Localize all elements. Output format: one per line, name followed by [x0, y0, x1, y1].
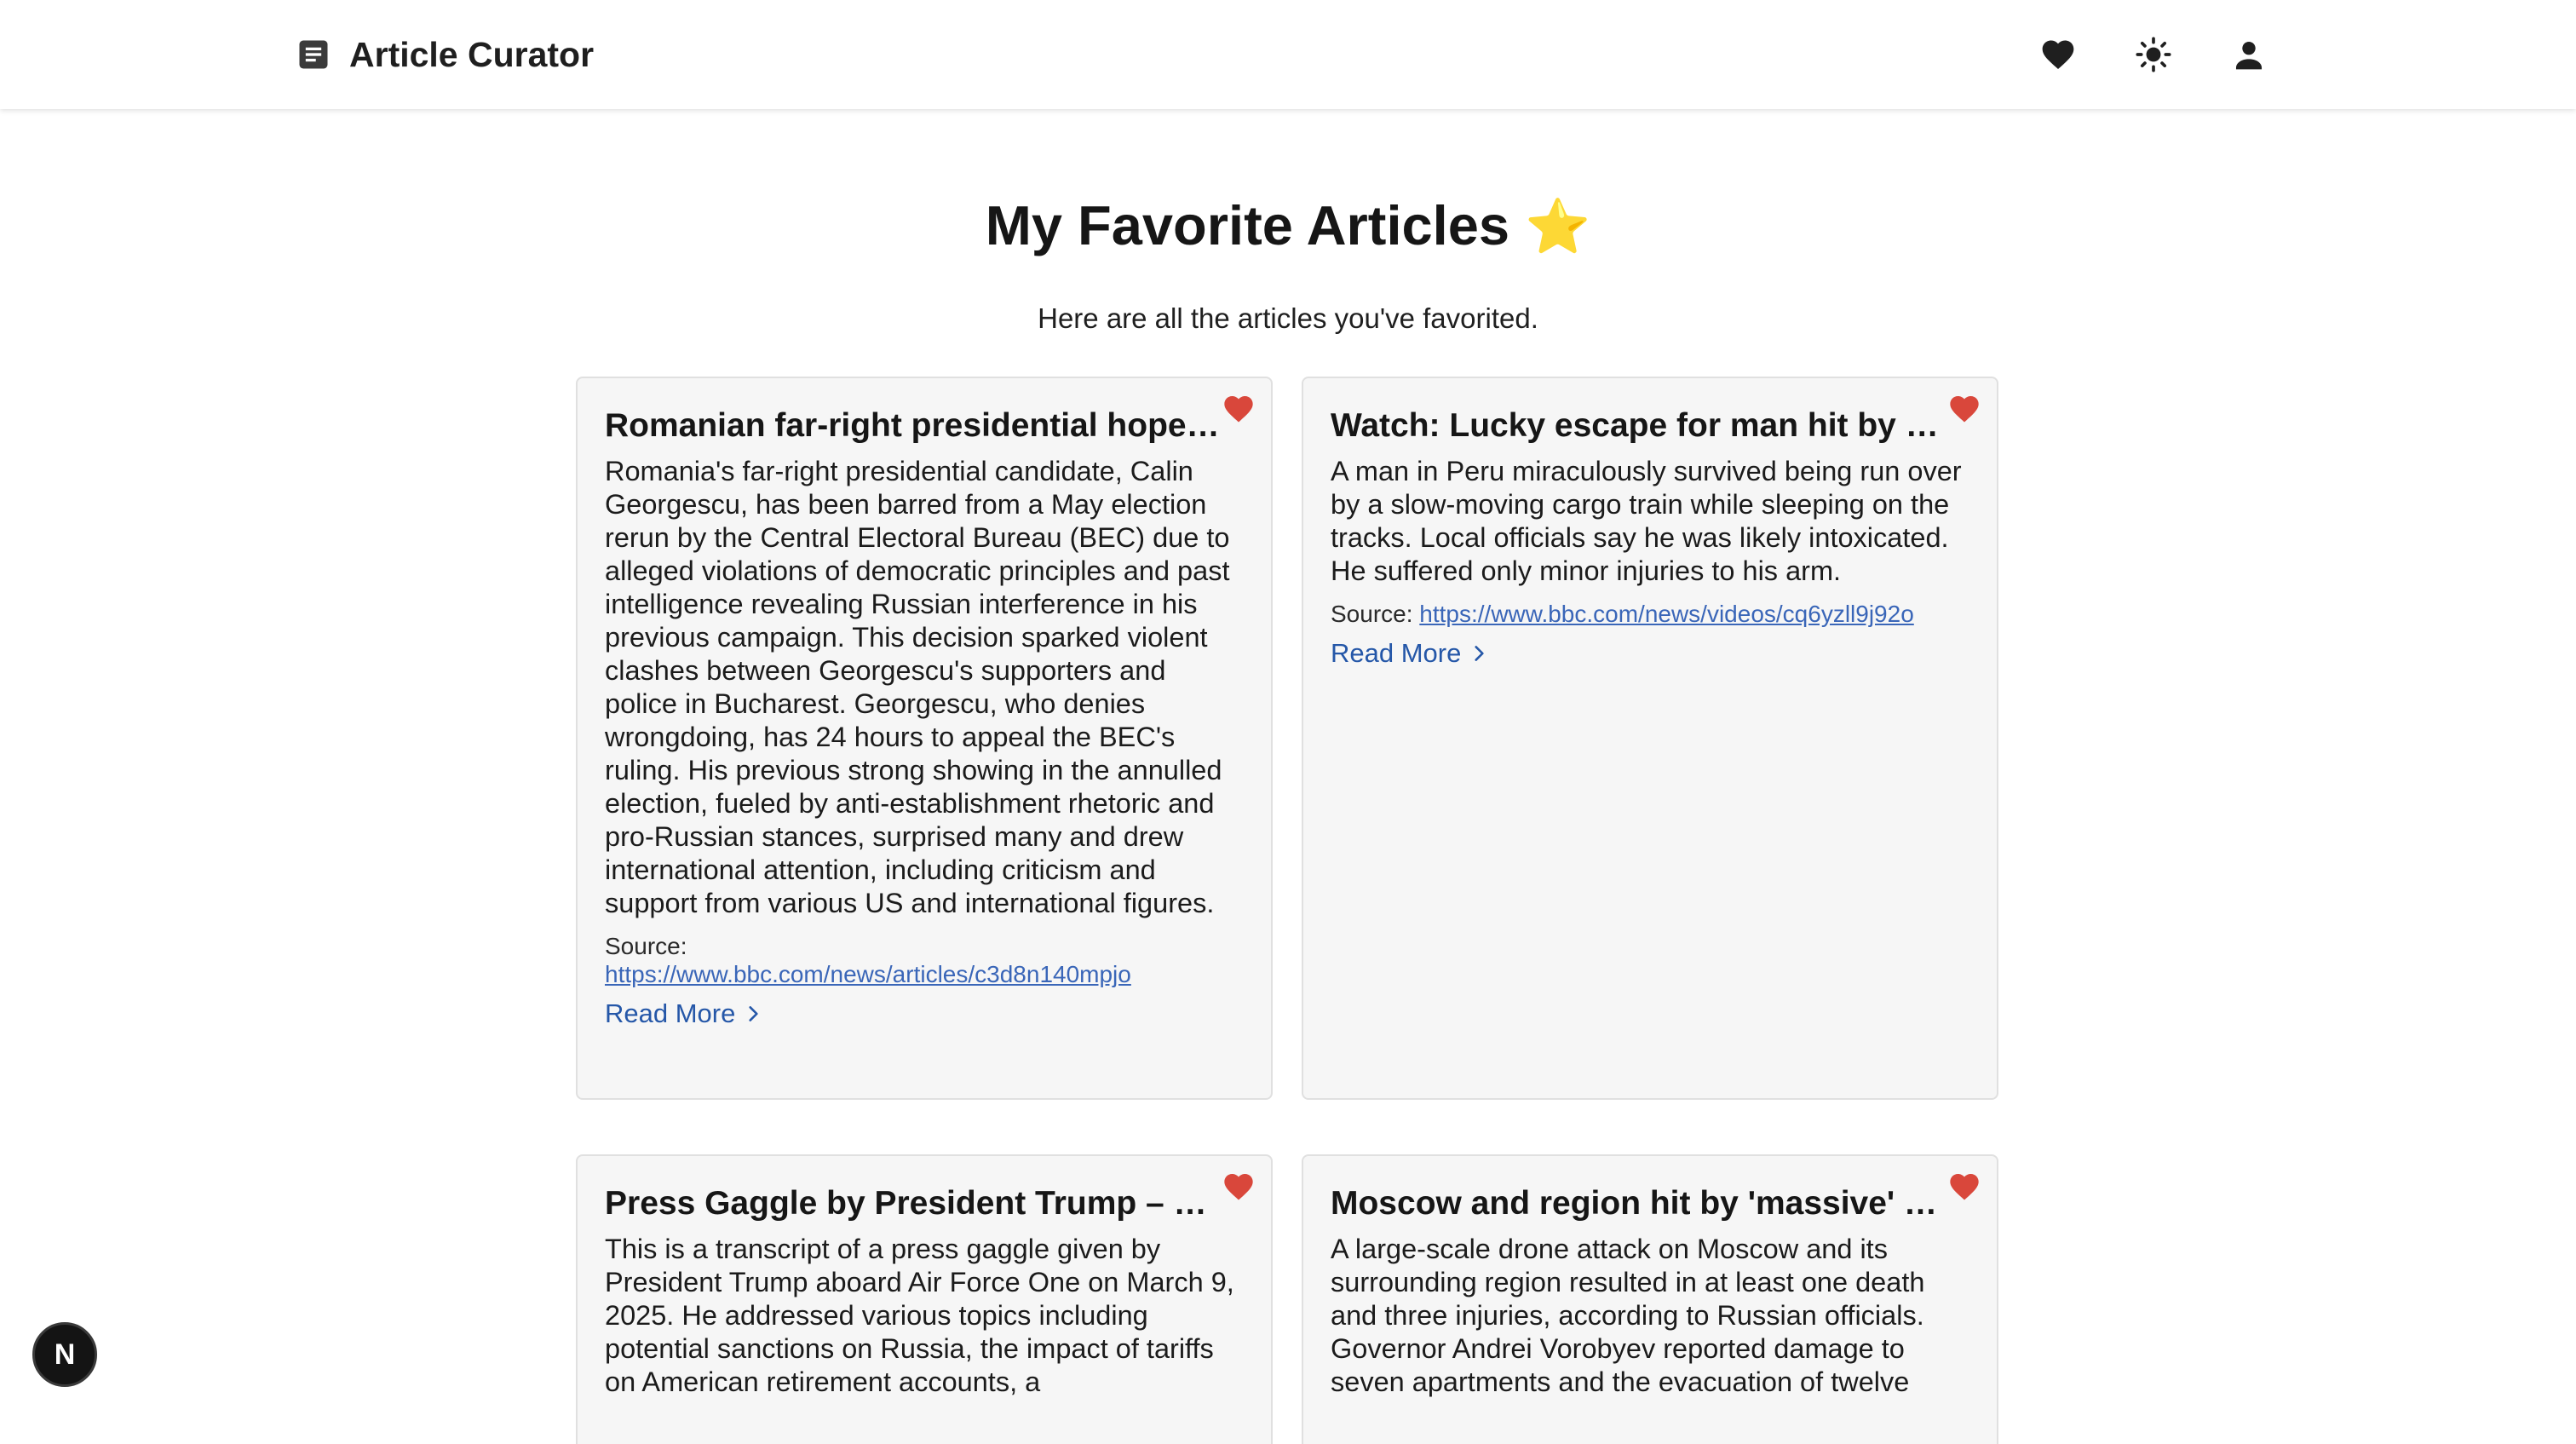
- chevron-right-icon: [1475, 646, 1484, 661]
- brand[interactable]: Article Curator: [295, 32, 594, 77]
- article-summary: Romania's far-right presidential candida…: [605, 456, 1230, 918]
- article-source: Source: https://www.bbc.com/news/article…: [605, 932, 1244, 988]
- dev-tools-badge[interactable]: N: [32, 1322, 97, 1387]
- favorite-heart-icon[interactable]: [1947, 392, 1981, 426]
- top-navbar: Article Curator: [0, 0, 2576, 109]
- article-card: Watch: Lucky escape for man hit by Peru …: [1302, 377, 1998, 1100]
- read-more-label: Read More: [605, 998, 736, 1028]
- article-card: Press Gaggle by President Trump – The Wh…: [576, 1154, 1273, 1444]
- chevron-right-icon: [749, 1006, 758, 1021]
- favorites-heart-icon: [2042, 40, 2074, 70]
- favorite-heart-icon[interactable]: [1222, 392, 1256, 426]
- page-title-text: My Favorite Articles: [985, 194, 1510, 256]
- source-link[interactable]: https://www.bbc.com/news/articles/c3d8n1…: [605, 961, 1131, 987]
- article-card: Romanian far-right presidential hopeful …: [576, 377, 1273, 1100]
- article-title: Moscow and region hit by 'massive' drone…: [1331, 1185, 1952, 1222]
- favorites-button[interactable]: [2034, 31, 2082, 78]
- article-source: Source: https://www.bbc.com/news/videos/…: [1331, 600, 1969, 628]
- star-icon: ⭐: [1525, 198, 1591, 256]
- article-summary: A large-scale drone attack on Moscow and…: [1331, 1234, 1925, 1397]
- account-button[interactable]: [2225, 31, 2273, 78]
- account-person-icon: [2235, 41, 2263, 70]
- article-icon: [299, 40, 328, 69]
- page-subtitle: Here are all the articles you've favorit…: [1038, 302, 1538, 334]
- source-link[interactable]: https://www.bbc.com/news/videos/cq6yzll9…: [1419, 601, 1914, 627]
- source-label: Source:: [605, 933, 687, 959]
- page-title: My Favorite Articles ⭐: [0, 189, 2576, 264]
- favorite-heart-icon[interactable]: [1947, 1170, 1981, 1204]
- source-label: Source:: [1331, 601, 1413, 627]
- favorite-heart-icon[interactable]: [1222, 1170, 1256, 1204]
- dev-badge-label: N: [54, 1338, 76, 1371]
- article-card: Moscow and region hit by 'massive' drone…: [1302, 1154, 1998, 1444]
- read-more-link[interactable]: Read More: [605, 998, 764, 1029]
- article-title: Romanian far-right presidential hopeful …: [605, 407, 1227, 444]
- app-title: Article Curator: [349, 34, 595, 74]
- read-more-label: Read More: [1331, 638, 1462, 668]
- article-title: Press Gaggle by President Trump – The Wh…: [605, 1185, 1227, 1222]
- theme-sun-icon: [2136, 37, 2171, 72]
- read-more-link[interactable]: Read More: [1331, 638, 1490, 669]
- article-summary: This is a transcript of a press gaggle g…: [605, 1234, 1234, 1397]
- article-title: Watch: Lucky escape for man hit by Peru …: [1331, 407, 1952, 444]
- theme-toggle-button[interactable]: [2130, 31, 2177, 78]
- article-summary: A man in Peru miraculously survived bein…: [1331, 456, 1962, 586]
